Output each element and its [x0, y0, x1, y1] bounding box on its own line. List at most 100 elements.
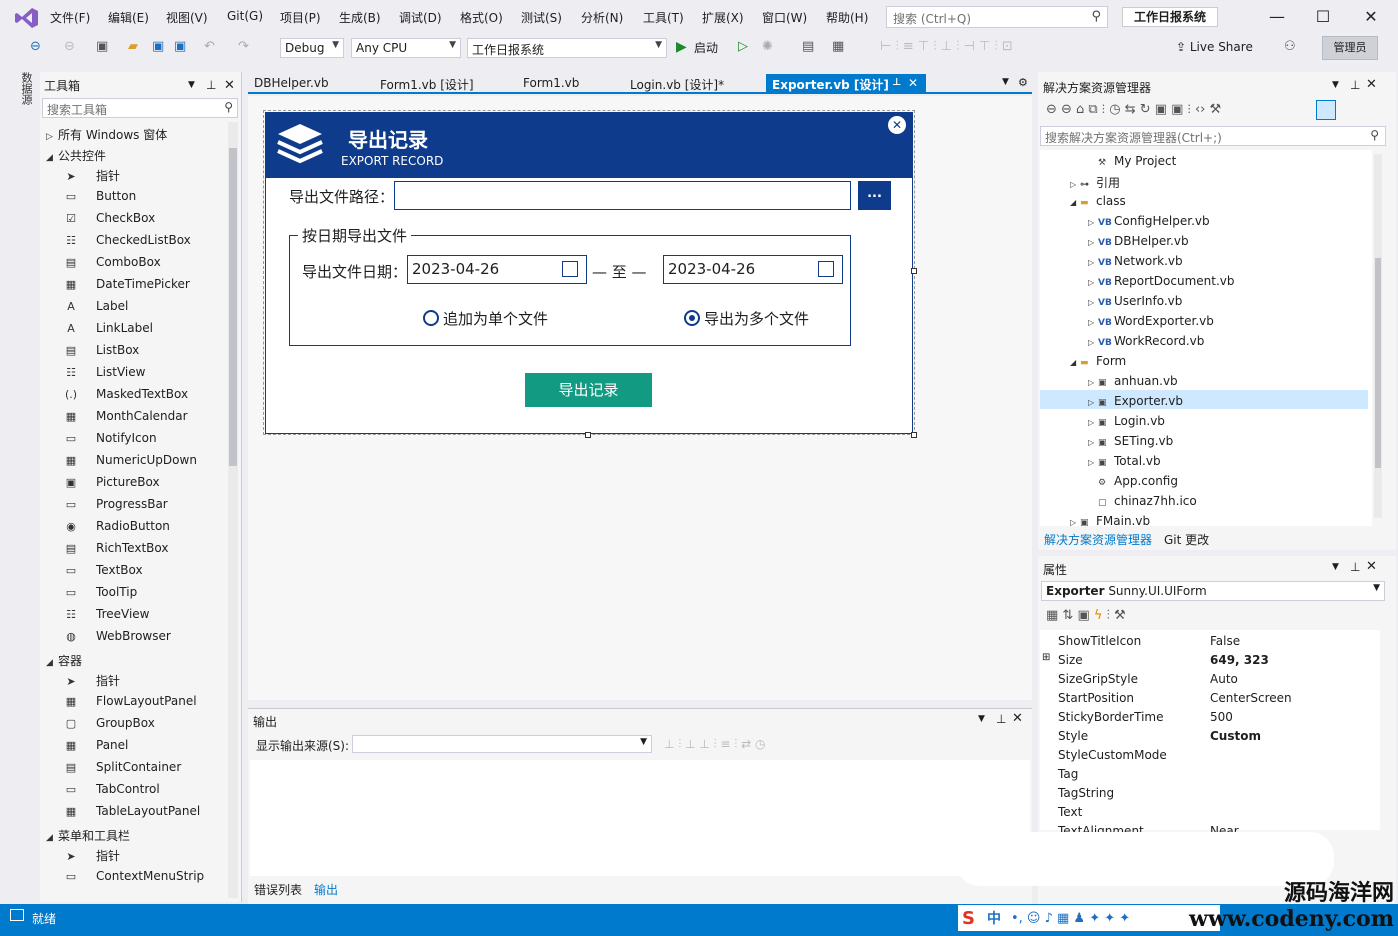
date-from-picker[interactable]: 2023-04-26	[407, 255, 587, 284]
pin-icon[interactable]: ⊥	[996, 712, 1006, 726]
toolbox-item[interactable]: ▦ FlowLayoutPanel	[64, 694, 197, 708]
solution-node[interactable]: ▷ ▣ Exporter.vb	[1088, 394, 1183, 408]
solution-node[interactable]: ▷ ▣ Total.vb	[1088, 454, 1161, 468]
close-tab-icon[interactable]: ✕	[908, 76, 918, 90]
menu-build[interactable]: 生成(B)	[339, 9, 381, 26]
dropdown-icon[interactable]: ▼	[978, 714, 985, 724]
settings-gear-icon[interactable]: ⚙	[1018, 76, 1028, 89]
menu-format[interactable]: 格式(O)	[460, 9, 503, 26]
project-select[interactable]: 工作日报系统 ▼	[467, 38, 667, 58]
property-value[interactable]: 500	[1210, 710, 1233, 724]
tab-git-changes[interactable]: Git 更改	[1164, 531, 1209, 548]
expand-icon[interactable]: ▷	[1088, 458, 1098, 467]
close-window-icon[interactable]: ✕	[1356, 6, 1386, 28]
expand-icon[interactable]: ▷	[1088, 258, 1098, 267]
path-input[interactable]	[394, 181, 851, 210]
expand-icon[interactable]: ▷	[1088, 398, 1098, 407]
expand-icon[interactable]: ▷	[1088, 298, 1098, 307]
radio-multi-file[interactable]: 导出为多个文件	[684, 308, 809, 329]
collapse-icon[interactable]: ◢	[1070, 198, 1080, 207]
solution-node[interactable]: ▷ VB WorkRecord.vb	[1088, 334, 1204, 348]
hot-reload-icon[interactable]: ✺	[762, 39, 773, 54]
forward-icon[interactable]: ⊖	[64, 39, 75, 54]
solution-node[interactable]: ▷ ▣ Login.vb	[1088, 414, 1165, 428]
toolbox-item[interactable]: A Label	[64, 299, 128, 313]
close-icon[interactable]: ✕	[1366, 559, 1377, 574]
preview-toggle-icon[interactable]	[1316, 100, 1336, 120]
back-icon[interactable]: ⊖	[30, 39, 41, 54]
feedback-icon[interactable]: ⚇	[1284, 39, 1296, 54]
expand-icon[interactable]: ▷	[1070, 180, 1080, 189]
menu-tools[interactable]: 工具(T)	[643, 9, 684, 26]
toolbox-item[interactable]: ▭ TabControl	[64, 782, 160, 796]
output-tool-icons[interactable]: ⊥ ⫶ ⊥ ⊥ ⫶ ≡ ⫶ ⇄ ◷	[664, 737, 765, 752]
toolbox-item[interactable]: ◉ RadioButton	[64, 519, 170, 533]
pin-icon[interactable]: ⊥	[1350, 78, 1360, 92]
toolbox-item[interactable]: ▦ TableLayoutPanel	[64, 804, 200, 818]
properties-object-select[interactable]: Exporter Sunny.UI.UIForm ▼	[1041, 581, 1385, 601]
toolbox-item[interactable]: ▦ Panel	[64, 738, 129, 752]
solution-node[interactable]: ▷ VB ConfigHelper.vb	[1088, 214, 1210, 228]
expand-icon[interactable]: ▷	[1088, 418, 1098, 427]
expand-icon[interactable]: ▷	[1088, 218, 1098, 227]
menu-project[interactable]: 项目(P)	[280, 9, 321, 26]
menu-test[interactable]: 测试(S)	[521, 9, 562, 26]
pin-icon[interactable]: ⊥	[1350, 560, 1360, 574]
date-to-picker[interactable]: 2023-04-26	[663, 255, 843, 284]
toolbox-search-input[interactable]: 搜索工具箱 ⚲	[42, 98, 238, 118]
ime-tool-icons[interactable]: •, ☺ ♪ ▦ ♟ ✦ ✦ ✦	[1011, 911, 1130, 926]
expand-icon[interactable]: ▷	[1088, 318, 1098, 327]
property-value[interactable]: 649, 323	[1210, 653, 1269, 667]
dropdown-icon[interactable]: ▼	[1332, 562, 1339, 572]
maximize-icon[interactable]: ☐	[1308, 6, 1338, 28]
dropdown-icon[interactable]: ▼	[188, 80, 195, 90]
resize-handle[interactable]	[911, 268, 917, 274]
solution-node[interactable]: ⚒ My Project	[1088, 154, 1176, 168]
toolbox-item[interactable]: ☷ CheckedListBox	[64, 233, 191, 247]
menu-analyze[interactable]: 分析(N)	[581, 9, 623, 26]
start-label[interactable]: 启动	[694, 39, 718, 56]
close-icon[interactable]: ✕	[224, 78, 235, 93]
admin-badge[interactable]: 管理员	[1322, 36, 1378, 60]
toolbox-item[interactable]: ▤ ListBox	[64, 343, 140, 357]
toolbox-item[interactable]: ◍ WebBrowser	[64, 629, 171, 643]
ime-mode[interactable]: 中	[987, 908, 1001, 928]
new-project-icon[interactable]: ▣	[96, 39, 108, 54]
menu-debug[interactable]: 调试(D)	[399, 9, 442, 26]
resize-handle[interactable]	[585, 432, 591, 438]
property-value[interactable]: Auto	[1210, 672, 1238, 686]
menu-window[interactable]: 窗口(W)	[762, 9, 807, 26]
solution-node[interactable]: ▷ ⊶ 引用	[1070, 174, 1120, 191]
tab-overflow-icon[interactable]: ▼	[1002, 77, 1009, 87]
solution-node[interactable]: ▷ VB Network.vb	[1088, 254, 1183, 268]
toolbox-item[interactable]: ➤ 指针	[64, 672, 120, 689]
toolbox-item[interactable]: ▦ DateTimePicker	[64, 277, 190, 291]
expand-icon[interactable]: ▷	[1088, 338, 1098, 347]
tab-dbhelper[interactable]: DBHelper.vb	[254, 76, 329, 90]
search-input[interactable]: 搜索 (Ctrl+Q) ⚲	[886, 6, 1108, 28]
solution-node[interactable]: ▷ VB UserInfo.vb	[1088, 294, 1182, 308]
dropdown-icon[interactable]: ▼	[1332, 80, 1339, 90]
redo-icon[interactable]: ↷	[238, 39, 249, 54]
undo-icon[interactable]: ↶	[204, 39, 215, 54]
tab-form1-design[interactable]: Form1.vb [设计]	[380, 76, 474, 93]
pin-icon[interactable]: ⊥	[206, 78, 216, 92]
property-value[interactable]: CenterScreen	[1210, 691, 1292, 705]
toolbox-item[interactable]: ▭ ToolTip	[64, 585, 137, 599]
align-icon[interactable]: ⊢ ⫶ ≡ ⊤ ⫶ ⊥ ⫶ ⊣ ⊤ ⫶ ⊡	[880, 39, 1013, 54]
toolbox-scroll-thumb[interactable]	[229, 148, 237, 466]
solution-search-input[interactable]: 搜索解决方案资源管理器(Ctrl+;) ⚲	[1040, 126, 1386, 146]
toolbox-item[interactable]: ▭ NotifyIcon	[64, 431, 157, 445]
solution-node[interactable]: ▷ ▣ anhuan.vb	[1088, 374, 1178, 388]
data-sources-tab[interactable]: 数据源	[14, 72, 34, 105]
expand-icon[interactable]: ▷	[1070, 518, 1080, 527]
property-value[interactable]: False	[1210, 634, 1240, 648]
menu-view[interactable]: 视图(V)	[166, 9, 208, 26]
toolbox-category-containers[interactable]: ◢ 容器	[46, 652, 82, 669]
solution-node[interactable]: ◢ ▬ class	[1070, 194, 1126, 208]
solution-node[interactable]: ▷ ▣ FMain.vb	[1070, 514, 1150, 528]
toolbox-item[interactable]: ☑ CheckBox	[64, 211, 155, 225]
properties-toolbar-icons[interactable]: ▦ ⇅ ▣ ϟ ⫶ ⚒	[1046, 608, 1126, 623]
expand-icon[interactable]: ▷	[1088, 238, 1098, 247]
solution-node[interactable]: ◢ ▬ Form	[1070, 354, 1126, 368]
